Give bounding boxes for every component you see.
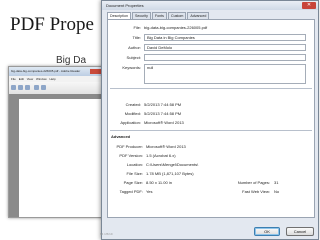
page-size-value: 8.50 x 11.00 in	[146, 180, 172, 185]
document-properties-dialog: Document Properties ✕ Description Securi…	[101, 0, 319, 240]
pdf-producer-label: PDF Producer:	[116, 144, 143, 149]
tagged-pdf-value: Yes	[146, 189, 153, 194]
fast-web-view-label: Fast Web View:	[242, 189, 270, 194]
menu-edit[interactable]: Edit	[19, 77, 24, 81]
file-label: File:	[133, 25, 141, 30]
tab-description[interactable]: Description	[107, 12, 131, 19]
menu-help[interactable]: Help	[50, 77, 56, 81]
application-value: Microsoft® Word 2013	[144, 120, 184, 125]
title-label: Title:	[132, 35, 141, 40]
file-value: big-data-big-companies-226005.pdf	[144, 25, 208, 30]
ok-button[interactable]: OK	[254, 227, 280, 236]
keywords-field[interactable]: null	[144, 64, 306, 84]
tab-advanced[interactable]: Advanced	[187, 12, 210, 19]
fast-web-view-value: No	[274, 189, 280, 194]
print-icon[interactable]	[18, 85, 23, 90]
file-size-label: File Size:	[126, 171, 143, 176]
menu-file[interactable]: File	[11, 77, 16, 81]
description-panel: File: big-data-big-companies-226005.pdf …	[107, 19, 315, 218]
divider	[110, 88, 312, 89]
dialog-tabs: Description Security Fonts Custom Advanc…	[107, 12, 210, 19]
next-page-icon[interactable]	[41, 85, 46, 90]
divider	[110, 130, 312, 131]
subject-field[interactable]	[144, 54, 306, 61]
email-icon[interactable]	[25, 85, 30, 90]
created-label: Created:	[125, 102, 141, 107]
cancel-button[interactable]: Cancel	[286, 227, 314, 236]
file-size-value: 1.78 MB (1,871,107 Bytes)	[146, 171, 194, 176]
tab-security[interactable]: Security	[131, 12, 151, 19]
open-icon[interactable]	[11, 85, 16, 90]
author-field[interactable]: David DeMolo	[144, 44, 306, 51]
number-of-pages-label: Number of Pages:	[237, 180, 270, 185]
page-size-label: Page Size:	[123, 180, 143, 185]
modified-value: 5/2/2013 7:44:58 PM	[144, 111, 182, 116]
tagged-pdf-label: Tagged PDF:	[119, 189, 143, 194]
location-value: C:\Users\Mengel\Documents\	[146, 162, 199, 167]
subject-label: Subject:	[126, 55, 141, 60]
close-icon[interactable]: ✕	[302, 2, 316, 9]
keywords-label: Keywords:	[122, 65, 141, 70]
reader-window: big-data-big-companies-226005.pdf - Adob…	[8, 66, 106, 218]
tab-fonts[interactable]: Fonts	[151, 12, 167, 19]
application-label: Application:	[120, 120, 141, 125]
menu-view[interactable]: View	[27, 77, 33, 81]
reader-page	[19, 99, 105, 217]
created-value: 5/2/2013 7:44:58 PM	[144, 102, 182, 107]
reader-title: big-data-big-companies-226005.pdf - Adob…	[11, 69, 81, 73]
title-field[interactable]: Big Data in Big Companies	[144, 34, 306, 41]
pdf-version-value: 1.5 (Acrobat 6.x)	[146, 153, 176, 158]
advanced-heading: Advanced	[111, 134, 131, 139]
modified-label: Modified:	[124, 111, 141, 116]
dialog-titlebar: Document Properties ✕	[102, 1, 318, 10]
tab-custom[interactable]: Custom	[167, 12, 187, 19]
pdf-producer-value: Microsoft® Word 2013	[146, 144, 186, 149]
reader-titlebar: big-data-big-companies-226005.pdf - Adob…	[9, 67, 105, 76]
dialog-title: Document Properties	[106, 3, 144, 8]
prev-page-icon[interactable]	[34, 85, 39, 90]
author-label: Author:	[128, 45, 141, 50]
reader-page-text: Big Da	[56, 55, 87, 66]
slide-title: PDF Prope	[10, 14, 94, 35]
pdf-version-label: PDF Version:	[119, 153, 143, 158]
location-label: Location:	[126, 162, 143, 167]
footer-note: 64 1/5/19	[100, 232, 113, 236]
number-of-pages-value: 31	[274, 180, 279, 185]
menu-window[interactable]: Window	[36, 77, 47, 81]
